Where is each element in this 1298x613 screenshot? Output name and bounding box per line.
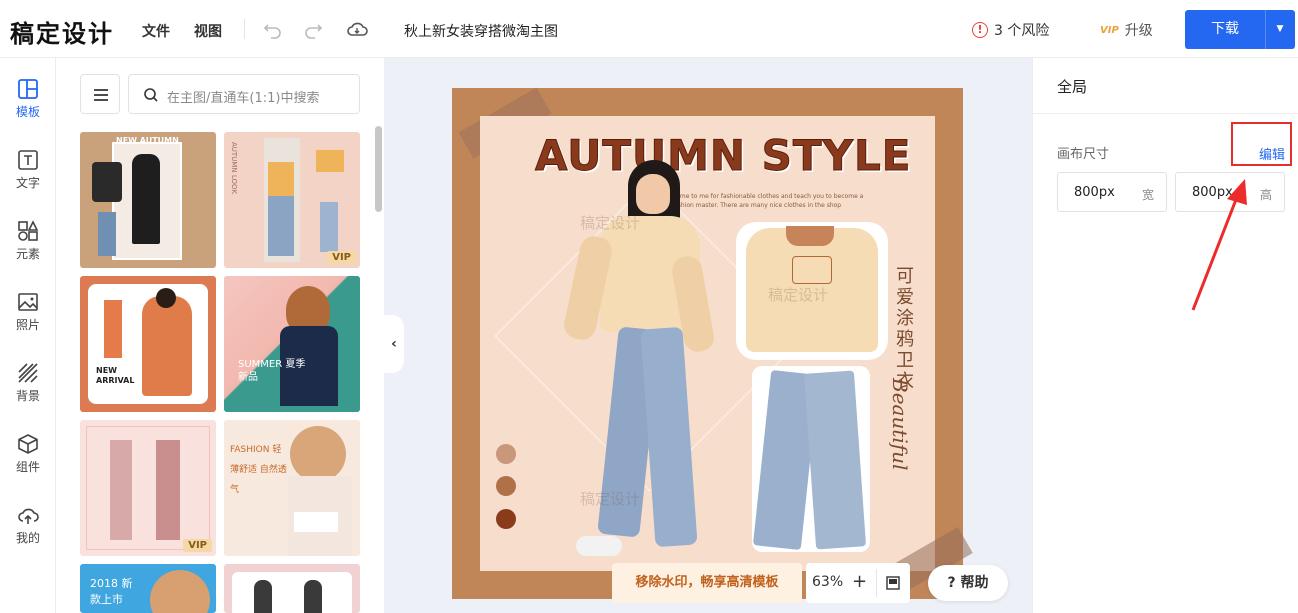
document-title[interactable]: 秋上新女装穿搭微淘主图 bbox=[404, 21, 558, 41]
toolbar-divider bbox=[244, 19, 245, 39]
template-icon bbox=[18, 79, 38, 99]
collapse-panel-button[interactable]: ‹ bbox=[384, 315, 404, 373]
menu-file[interactable]: 文件 bbox=[142, 21, 170, 41]
zoom-in-icon[interactable]: + bbox=[852, 571, 867, 592]
thumb-text: SUMMER 夏季新品 bbox=[238, 359, 306, 383]
thumb-text: FASHION 轻薄舒适 自然透气 bbox=[230, 445, 287, 495]
canvas-title[interactable]: AUTUMN STYLE bbox=[534, 131, 911, 181]
undo-icon[interactable] bbox=[262, 18, 284, 40]
nav-label: 文字 bbox=[15, 176, 40, 190]
upgrade-label: 升级 bbox=[1124, 23, 1153, 39]
zoom-divider bbox=[876, 569, 877, 597]
search-input[interactable]: 在主图/直通车(1:1)中搜索 bbox=[167, 87, 319, 106]
canvas-subtitle[interactable]: Come to me for fashionable clothes and t… bbox=[672, 192, 872, 210]
thumb-text: NEW AUTUMN bbox=[116, 136, 179, 145]
nav-label: 背景 bbox=[15, 389, 40, 403]
thumb-text: 2018 新款上市 bbox=[90, 577, 133, 606]
remove-watermark-button[interactable]: 移除水印，畅享高清模板 bbox=[612, 563, 802, 603]
width-value[interactable]: 800px bbox=[1074, 185, 1115, 200]
vip-icon: VIP bbox=[1100, 24, 1119, 36]
nav-background[interactable]: 背景 bbox=[0, 362, 56, 422]
color-swatch bbox=[496, 509, 516, 529]
fit-screen-icon[interactable] bbox=[886, 576, 900, 590]
vip-badge: VIP bbox=[183, 539, 212, 552]
vip-badge: VIP bbox=[327, 251, 356, 264]
list-icon bbox=[94, 89, 108, 101]
nav-label: 模板 bbox=[15, 105, 40, 119]
nav-elements[interactable]: 元素 bbox=[0, 220, 56, 280]
download-button-group: 下载 ▼ bbox=[1185, 10, 1295, 49]
template-thumb[interactable]: SUMMER 夏季新品 bbox=[224, 276, 360, 412]
watermark: 稿定设计 bbox=[768, 286, 829, 304]
annotation-arrow-icon bbox=[1191, 179, 1247, 311]
category-menu-button[interactable] bbox=[80, 74, 120, 114]
width-field[interactable]: 800px 宽 bbox=[1057, 172, 1167, 212]
height-unit: 高 bbox=[1259, 188, 1272, 202]
risk-label: 3 个风险 bbox=[994, 23, 1050, 39]
nav-mine[interactable]: 我的 bbox=[0, 504, 56, 564]
template-thumb[interactable] bbox=[224, 564, 360, 613]
nav-label: 照片 bbox=[15, 318, 40, 332]
menu-view[interactable]: 视图 bbox=[194, 21, 222, 41]
risk-indicator[interactable]: ! 3 个风险 bbox=[972, 20, 1049, 40]
cloud-save-icon[interactable] bbox=[346, 18, 368, 40]
color-swatch bbox=[496, 476, 516, 496]
template-search[interactable]: 在主图/直通车(1:1)中搜索 bbox=[128, 74, 360, 114]
template-thumb[interactable]: AUTUMN LOOK VIP bbox=[224, 132, 360, 268]
nav-label: 组件 bbox=[15, 460, 40, 474]
warning-icon: ! bbox=[972, 22, 988, 38]
width-unit: 宽 bbox=[1141, 188, 1154, 202]
edit-size-link[interactable]: 编辑 bbox=[1259, 144, 1285, 163]
cube-icon bbox=[18, 434, 38, 454]
nav-label: 我的 bbox=[15, 531, 40, 545]
panel-divider bbox=[1033, 113, 1298, 114]
template-thumb[interactable]: 2018 新款上市 bbox=[80, 564, 216, 613]
template-thumb[interactable]: NEW ARRIVAL bbox=[80, 276, 216, 412]
template-scrollbar[interactable] bbox=[375, 126, 382, 212]
design-canvas[interactable]: AUTUMN STYLE Come to me for fashionable … bbox=[452, 87, 973, 603]
nav-components[interactable]: 组件 bbox=[0, 433, 56, 493]
download-button[interactable]: 下载 bbox=[1185, 10, 1265, 49]
watermark: 稿定设计 bbox=[580, 214, 641, 232]
canvas-script-text[interactable]: Beautiful bbox=[888, 378, 912, 470]
template-thumb[interactable]: NEW AUTUMN bbox=[80, 132, 216, 268]
help-button[interactable]: ? 帮助 bbox=[928, 565, 1008, 601]
thumb-text: AUTUMN LOOK bbox=[230, 142, 238, 195]
nav-text[interactable]: 文字 bbox=[0, 149, 56, 209]
chevron-down-icon[interactable]: ▼ bbox=[1265, 10, 1295, 49]
upload-cloud-icon bbox=[18, 508, 39, 524]
search-icon bbox=[144, 88, 158, 102]
zoom-level[interactable]: 63% bbox=[812, 574, 843, 590]
canvas-inner: AUTUMN STYLE Come to me for fashionable … bbox=[480, 116, 935, 571]
nav-photos[interactable]: 照片 bbox=[0, 291, 56, 351]
canvas-size-label: 画布尺寸 bbox=[1057, 147, 1110, 162]
edit-size-highlight: 编辑 bbox=[1231, 122, 1292, 166]
panel-title: 全局 bbox=[1057, 78, 1088, 96]
left-nav: 模板 文字 元素 照片 背景 组件 我的 bbox=[0, 58, 56, 613]
zoom-control: 63% + bbox=[806, 563, 910, 603]
canvas-vertical-text[interactable]: 可爱涂鸦卫衣 bbox=[894, 266, 916, 392]
redo-icon[interactable] bbox=[302, 18, 324, 40]
nav-label: 元素 bbox=[15, 247, 40, 261]
color-swatch bbox=[496, 444, 516, 464]
background-icon bbox=[18, 363, 38, 383]
image-icon bbox=[18, 293, 38, 311]
upgrade-button[interactable]: VIP 升级 bbox=[1100, 20, 1153, 40]
template-thumb[interactable]: VIP bbox=[80, 420, 216, 556]
top-bar: 稿定设计 文件 视图 秋上新女装穿搭微淘主图 ! 3 个风险 VIP 升级 下载… bbox=[0, 0, 1298, 58]
thumb-text: NEW ARRIVAL bbox=[96, 366, 135, 385]
shapes-icon bbox=[18, 220, 39, 241]
app-logo[interactable]: 稿定设计 bbox=[10, 14, 114, 49]
nav-template[interactable]: 模板 bbox=[0, 78, 56, 138]
watermark: 稿定设计 bbox=[580, 490, 641, 508]
template-thumb[interactable]: FASHION 轻薄舒适 自然透气 bbox=[224, 420, 360, 556]
text-icon bbox=[18, 150, 38, 170]
